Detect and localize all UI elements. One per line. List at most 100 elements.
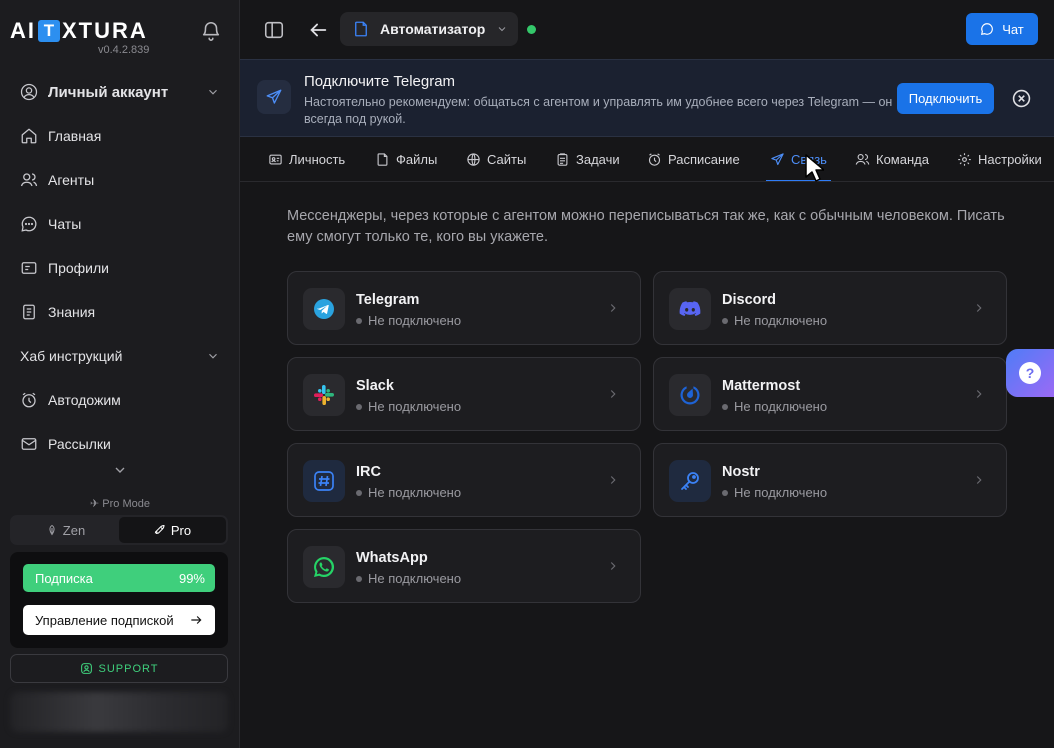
app-logo[interactable]: AI T XTURA bbox=[10, 18, 148, 44]
tab-settings[interactable]: Настройки bbox=[957, 137, 1042, 181]
channel-card-discord[interactable]: Discord Не подключено bbox=[653, 271, 1007, 345]
channel-card-mattermost[interactable]: Mattermost Не подключено bbox=[653, 357, 1007, 431]
whatsapp-icon bbox=[314, 556, 335, 577]
hash-icon bbox=[314, 471, 334, 491]
tab-team[interactable]: Команда bbox=[855, 137, 929, 181]
status-dot bbox=[356, 403, 362, 410]
channel-name: IRC bbox=[356, 464, 381, 480]
chevron-right-icon bbox=[976, 304, 982, 312]
tab-label: Команда bbox=[876, 152, 929, 167]
sidebar-item-home[interactable]: Главная bbox=[10, 114, 230, 158]
tab-files[interactable]: Файлы bbox=[375, 137, 437, 181]
channel-card-telegram[interactable]: Telegram Не подключено bbox=[287, 271, 641, 345]
users-icon bbox=[20, 173, 38, 187]
chevron-down-icon bbox=[209, 353, 217, 359]
clipboard-icon bbox=[557, 153, 568, 166]
gear-icon bbox=[958, 153, 971, 166]
mattermost-icon bbox=[680, 386, 700, 405]
sidebar-nav: Личный аккаунт Главная Агенты Чаты Профи… bbox=[10, 70, 230, 466]
agent-selector[interactable]: Автоматизатор bbox=[340, 12, 518, 46]
sidebar-item-profiles[interactable]: Профили bbox=[10, 246, 230, 290]
users-icon bbox=[855, 153, 870, 165]
channel-icon-box bbox=[303, 460, 345, 502]
tab-sites[interactable]: Сайты bbox=[466, 137, 526, 181]
chevron-right-icon bbox=[610, 562, 616, 570]
status-dot bbox=[356, 317, 362, 324]
sidebar-toggle-icon[interactable] bbox=[263, 19, 285, 41]
channel-status-text: Не подключено bbox=[734, 399, 828, 414]
channel-status-text: Не подключено bbox=[368, 313, 462, 328]
connect-telegram-button[interactable]: Подключить bbox=[897, 83, 994, 114]
tab-tasks[interactable]: Задачи bbox=[555, 137, 620, 181]
leaf-icon bbox=[49, 524, 55, 536]
chat-bubble-icon bbox=[981, 23, 994, 35]
tab-personality[interactable]: Личность bbox=[268, 137, 345, 181]
channel-card-nostr[interactable]: Nostr Не подключено bbox=[653, 443, 1007, 517]
chevron-down-icon bbox=[209, 89, 217, 95]
channel-card-whatsapp[interactable]: WhatsApp Не подключено bbox=[287, 529, 641, 603]
manage-subscription-button[interactable]: Управление подпиской bbox=[23, 605, 215, 635]
sidebar-item-label: Хаб инструкций bbox=[20, 348, 123, 364]
mode-zen-button[interactable]: Zen bbox=[12, 517, 119, 543]
agent-tabs: Личность Файлы Сайты Задачи Расписание С… bbox=[240, 137, 1054, 182]
user-profile-blurred[interactable] bbox=[10, 692, 228, 732]
chat-button[interactable]: Чат bbox=[966, 13, 1038, 45]
id-card-icon bbox=[21, 262, 37, 274]
help-button[interactable]: ? bbox=[1006, 349, 1054, 397]
support-button[interactable]: SUPPORT bbox=[10, 654, 228, 683]
status-dot bbox=[356, 575, 362, 582]
channel-card-irc[interactable]: IRC Не подключено bbox=[287, 443, 641, 517]
slack-icon bbox=[314, 385, 334, 405]
back-arrow-icon[interactable] bbox=[307, 19, 329, 41]
sidebar-item-mailings[interactable]: Рассылки bbox=[10, 422, 230, 466]
sidebar-item-label: Чаты bbox=[48, 216, 82, 232]
sidebar-item-autofollowup[interactable]: Автодожим bbox=[10, 378, 230, 422]
sidebar-item-account[interactable]: Личный аккаунт bbox=[10, 70, 230, 114]
agent-doc-icon bbox=[355, 21, 367, 37]
support-user-icon bbox=[80, 663, 92, 674]
channel-icon-box bbox=[303, 374, 345, 416]
support-label: SUPPORT bbox=[98, 662, 159, 675]
tab-schedule[interactable]: Расписание bbox=[647, 137, 740, 181]
chevron-right-icon bbox=[610, 304, 616, 312]
tab-label: Настройки bbox=[978, 152, 1042, 167]
mail-icon bbox=[21, 438, 37, 450]
chevron-right-icon bbox=[610, 390, 616, 398]
logo-text-left: AI bbox=[10, 18, 36, 43]
tab-connection[interactable]: Связь bbox=[766, 137, 831, 181]
chevron-right-icon bbox=[976, 476, 982, 484]
channel-status-text: Не подключено bbox=[734, 485, 828, 500]
home-icon bbox=[21, 128, 37, 144]
document-list-icon bbox=[23, 304, 35, 320]
mode-pro-label: Pro bbox=[170, 522, 192, 538]
tab-label: Связь bbox=[791, 152, 827, 167]
sidebar-item-label: Агенты bbox=[48, 172, 95, 188]
channel-name: Nostr bbox=[722, 464, 760, 480]
sidebar-item-agents[interactable]: Агенты bbox=[10, 158, 230, 202]
chevron-right-icon bbox=[976, 390, 982, 398]
sidebar-item-knowledge[interactable]: Знания bbox=[10, 290, 230, 334]
agent-name: Автоматизатор bbox=[380, 21, 486, 37]
sidebar-item-label: Главная bbox=[48, 128, 102, 144]
channel-card-slack[interactable]: Slack Не подключено bbox=[287, 357, 641, 431]
close-icon[interactable] bbox=[1012, 89, 1031, 108]
logo-text-right: XTURA bbox=[62, 18, 148, 43]
channel-name: Telegram bbox=[356, 292, 420, 308]
mode-pro-button[interactable]: Pro bbox=[119, 517, 226, 543]
telegram-banner: Подключите Telegram Настоятельно рекомен… bbox=[240, 59, 1054, 137]
sidebar-item-instruction-hub[interactable]: Хаб инструкций bbox=[10, 334, 230, 378]
status-dot bbox=[722, 317, 728, 324]
bell-icon[interactable] bbox=[200, 20, 222, 42]
channel-name: Discord bbox=[722, 292, 776, 308]
chevron-down-icon[interactable] bbox=[112, 462, 128, 478]
logo-box: T bbox=[38, 20, 60, 42]
sidebar-item-label: Профили bbox=[48, 260, 109, 276]
sidebar: AI T XTURA v0.4.2.839 Личный аккаунт Гла… bbox=[0, 0, 240, 748]
channel-status: Не подключено bbox=[722, 399, 827, 414]
sidebar-item-chats[interactable]: Чаты bbox=[10, 202, 230, 246]
channel-status: Не подключено bbox=[722, 485, 827, 500]
alarm-clock-icon bbox=[22, 392, 36, 408]
sidebar-item-label: Личный аккаунт bbox=[48, 83, 169, 101]
send-icon bbox=[771, 153, 784, 166]
channel-status: Не подключено bbox=[356, 571, 461, 586]
